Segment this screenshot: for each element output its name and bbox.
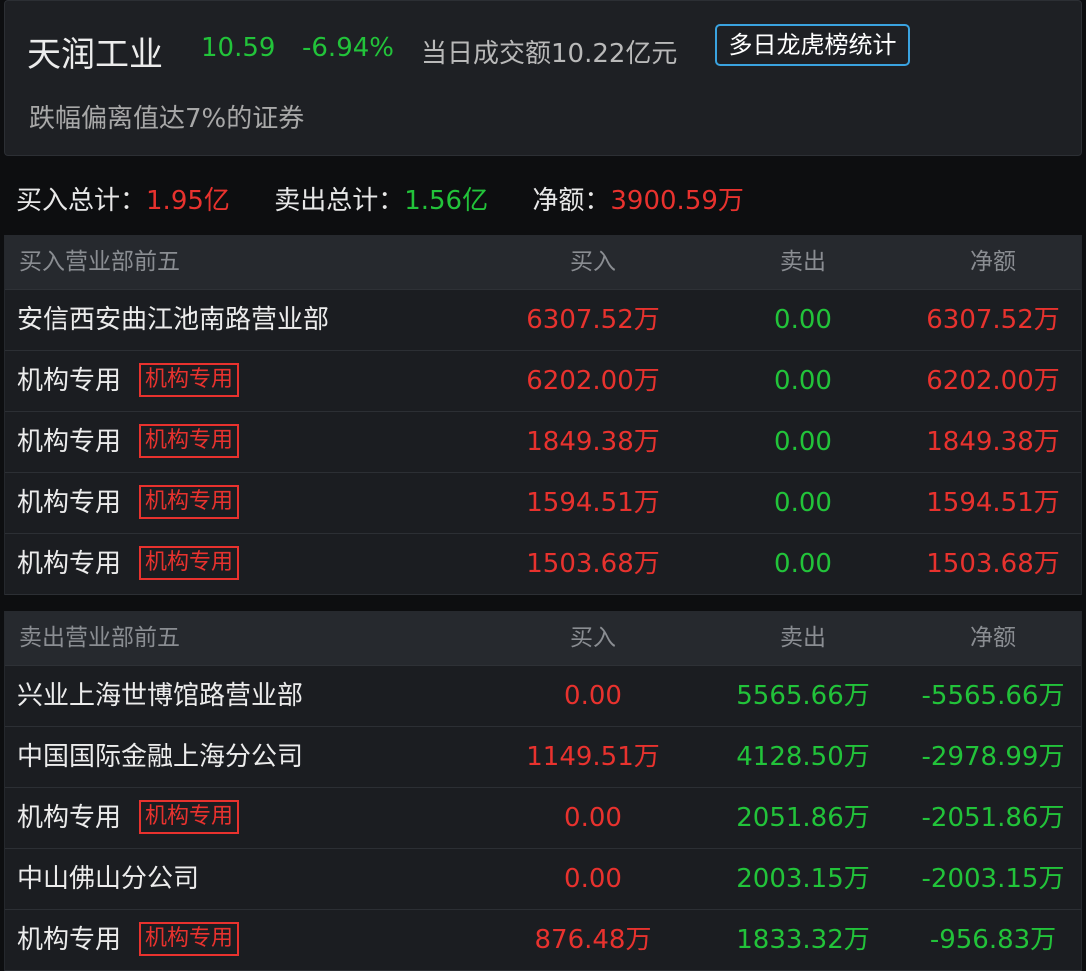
table-row[interactable]: 机构专用 机构专用 0.00 2051.86万 -2051.86万: [5, 788, 1081, 849]
broker-name-cell: 机构专用 机构专用: [17, 412, 240, 472]
multi-day-stats-button[interactable]: 多日龙虎榜统计: [715, 24, 910, 66]
net-amount: 1594.51万: [926, 488, 1060, 518]
net-amount: -2003.15万: [921, 864, 1065, 894]
buy-amount: 6307.52万: [526, 305, 660, 335]
net-amount: 1503.68万: [926, 549, 1060, 579]
table-row[interactable]: 机构专用 机构专用 6202.00万 0.00 6202.00万: [5, 351, 1081, 412]
broker-name-cell: 机构专用 机构专用: [17, 910, 240, 970]
sell-total-label: 卖出总计：: [274, 186, 405, 216]
column-header-sell: 卖出: [780, 625, 826, 651]
broker-name: 中山佛山分公司: [17, 864, 200, 894]
column-header-net: 净额: [970, 625, 1016, 651]
top-buyers-table: 买入营业部前五 买入 卖出 净额安信西安曲江池南路营业部 6307.52万 0.00 630…: [4, 235, 1082, 595]
broker-name: 机构专用: [17, 925, 122, 955]
broker-name-cell: 机构专用 机构专用: [17, 351, 240, 411]
sell-amount: 0.00: [774, 549, 832, 579]
buy-total-value: 1.95亿: [146, 186, 230, 216]
table-row[interactable]: 机构专用 机构专用 1594.51万 0.00 1594.51万: [5, 473, 1081, 534]
institution-tag: 机构专用: [139, 799, 240, 834]
sell-amount: 0.00: [774, 488, 832, 518]
sell-amount: 1833.32万: [736, 925, 870, 955]
column-header-sell: 卖出: [780, 249, 826, 275]
buy-amount: 6202.00万: [526, 366, 660, 396]
table-header: 卖出营业部前五 买入 卖出 净额: [5, 611, 1081, 666]
sell-amount: 0.00: [774, 427, 832, 457]
broker-name-cell: 中国国际金融上海分公司: [17, 727, 303, 787]
broker-name: 安信西安曲江池南路营业部: [17, 305, 330, 335]
stock-name: 天润工业: [27, 35, 163, 75]
institution-tag: 机构专用: [139, 921, 240, 956]
broker-name: 机构专用: [17, 427, 122, 457]
sell-amount: 5565.66万: [736, 681, 870, 711]
sell-amount: 0.00: [774, 305, 832, 335]
table-row[interactable]: 机构专用 机构专用 1849.38万 0.00 1849.38万: [5, 412, 1081, 473]
buy-amount: 1149.51万: [526, 742, 660, 772]
buy-amount: 1594.51万: [526, 488, 660, 518]
net-amount: -2051.86万: [921, 803, 1065, 833]
stock-header-card: 天润工业 10.59 -6.94% 当日成交额10.22亿元 多日龙虎榜统计 跌…: [4, 0, 1082, 156]
table-row[interactable]: 中山佛山分公司 0.00 2003.15万 -2003.15万: [5, 849, 1081, 910]
buy-amount: 0.00: [564, 803, 622, 833]
net-amount: -2978.99万: [921, 742, 1065, 772]
broker-name-cell: 中山佛山分公司: [17, 849, 199, 909]
broker-name: 机构专用: [17, 549, 122, 579]
buy-amount: 1503.68万: [526, 549, 660, 579]
table-row[interactable]: 中国国际金融上海分公司 1149.51万 4128.50万 -2978.99万: [5, 727, 1081, 788]
broker-name: 中国国际金融上海分公司: [17, 742, 304, 772]
trade-summary: 买入总计：1.95亿 卖出总计：1.56亿 净额：3900.59万: [16, 180, 744, 217]
listing-reason: 跌幅偏离值达7%的证券: [29, 104, 305, 134]
broker-name-cell: 机构专用 机构专用: [17, 473, 240, 533]
net-amount: -956.83万: [929, 925, 1057, 955]
column-header-net: 净额: [970, 249, 1016, 275]
table-title: 买入营业部前五: [19, 249, 180, 275]
broker-name-cell: 机构专用 机构专用: [17, 788, 240, 848]
sell-amount: 4128.50万: [736, 742, 870, 772]
net-total-value: 3900.59万: [610, 186, 744, 216]
daily-turnover: 当日成交额10.22亿元: [421, 39, 678, 69]
top-sellers-table: 卖出营业部前五 买入 卖出 净额兴业上海世博馆路营业部 0.00 5565.66万 -556…: [4, 611, 1082, 971]
broker-name: 机构专用: [17, 803, 122, 833]
column-header-buy: 买入: [570, 625, 616, 651]
institution-tag: 机构专用: [139, 423, 240, 458]
buy-amount: 1849.38万: [526, 427, 660, 457]
net-amount: -5565.66万: [921, 681, 1065, 711]
buy-total-label: 买入总计：: [16, 186, 147, 216]
net-amount: 6202.00万: [926, 366, 1060, 396]
net-total-label: 净额：: [532, 186, 611, 216]
broker-name-cell: 安信西安曲江池南路营业部: [17, 290, 329, 350]
table-row[interactable]: 安信西安曲江池南路营业部 6307.52万 0.00 6307.52万: [5, 290, 1081, 351]
broker-name-cell: 兴业上海世博馆路营业部: [17, 666, 303, 726]
sell-amount: 2051.86万: [736, 803, 870, 833]
institution-tag: 机构专用: [139, 362, 240, 397]
buy-amount: 0.00: [564, 864, 622, 894]
sell-amount: 0.00: [774, 366, 832, 396]
table-row[interactable]: 兴业上海世博馆路营业部 0.00 5565.66万 -5565.66万: [5, 666, 1081, 727]
buy-amount: 0.00: [564, 681, 622, 711]
institution-tag: 机构专用: [139, 545, 240, 580]
table-title: 卖出营业部前五: [19, 625, 180, 651]
table-row[interactable]: 机构专用 机构专用 1503.68万 0.00 1503.68万: [5, 534, 1081, 595]
institution-tag: 机构专用: [139, 484, 240, 519]
column-header-buy: 买入: [570, 249, 616, 275]
net-amount: 1849.38万: [926, 427, 1060, 457]
broker-name-cell: 机构专用 机构专用: [17, 534, 240, 594]
sell-total-value: 1.56亿: [404, 186, 489, 216]
table-header: 买入营业部前五 买入 卖出 净额: [5, 235, 1081, 290]
net-amount: 6307.52万: [926, 305, 1060, 335]
table-row[interactable]: 机构专用 机构专用 876.48万 1833.32万 -956.83万: [5, 910, 1081, 971]
sell-amount: 2003.15万: [736, 864, 870, 894]
broker-name: 机构专用: [17, 488, 122, 518]
price-change-percent: -6.94%: [302, 33, 394, 63]
broker-name: 兴业上海世博馆路营业部: [17, 681, 304, 711]
broker-name: 机构专用: [17, 366, 122, 396]
buy-amount: 876.48万: [534, 925, 652, 955]
stock-price: 10.59: [201, 33, 276, 63]
